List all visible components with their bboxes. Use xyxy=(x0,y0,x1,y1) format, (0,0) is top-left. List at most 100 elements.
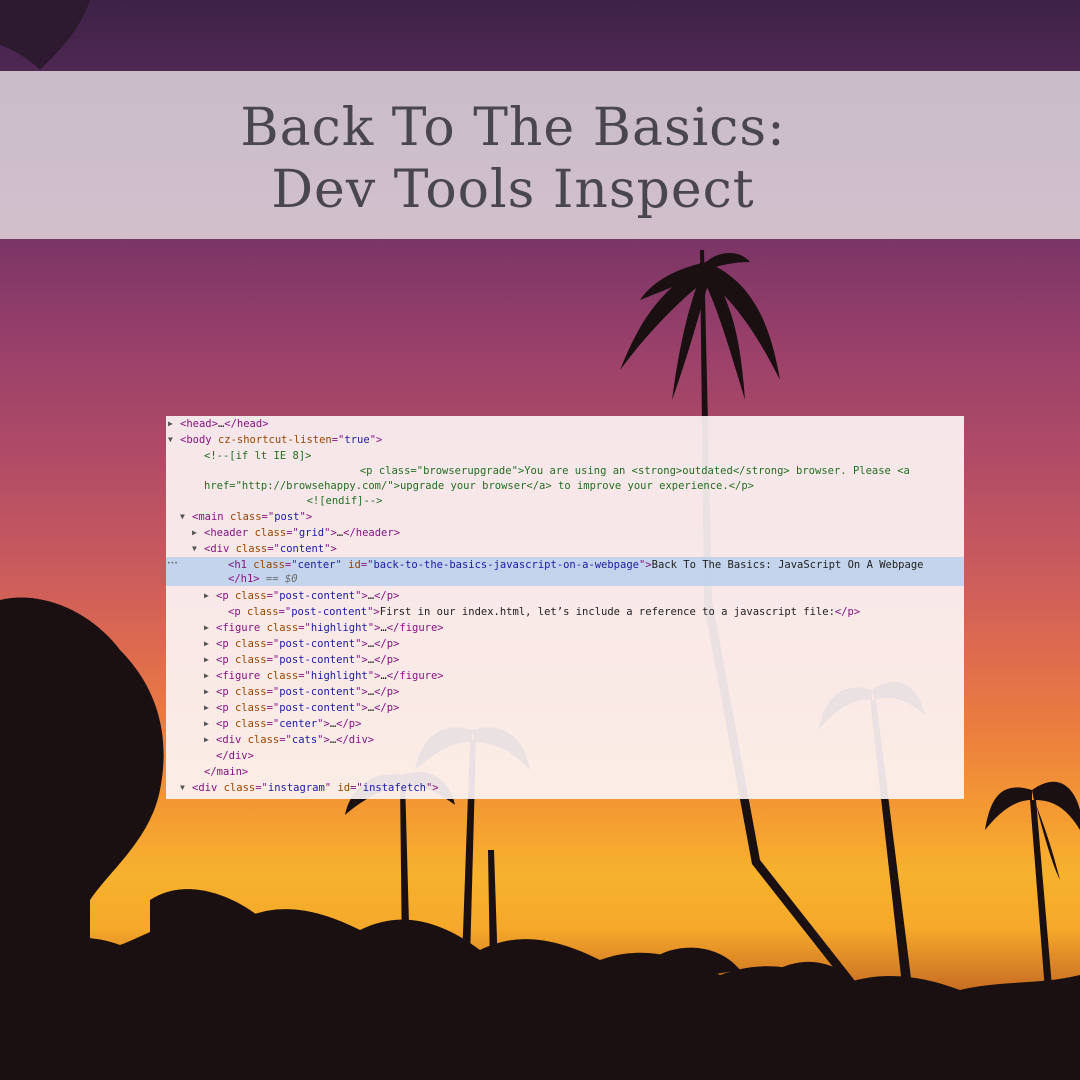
expand-triangle-icon[interactable]: ▼ xyxy=(180,509,192,525)
dom-token: post-content xyxy=(279,702,356,714)
collapse-triangle-icon[interactable]: ▶ xyxy=(204,700,216,716)
dom-token: </figure> xyxy=(386,622,444,634)
dom-node-row[interactable]: ▶ <figure class="highlight">…</figure> xyxy=(166,668,964,684)
dom-token: =" xyxy=(266,638,280,650)
dom-node-row[interactable]: <!--[if lt IE 8]> xyxy=(166,448,964,464)
dom-token: class xyxy=(253,559,285,571)
dom-token: =" xyxy=(331,434,345,446)
dom-token: "> xyxy=(324,543,337,555)
dom-token: post xyxy=(274,511,300,523)
dom-token: post-content xyxy=(279,686,356,698)
dom-node-row[interactable]: ▶ <head>…</head> xyxy=(166,416,964,432)
dom-token: id xyxy=(337,782,351,794)
dom-token: </p> xyxy=(834,606,861,618)
collapse-triangle-icon[interactable]: ▶ xyxy=(204,716,216,732)
dom-token: <h1 xyxy=(228,559,254,571)
dom-token: " xyxy=(324,782,338,794)
dom-token: "> xyxy=(324,527,337,539)
dom-token: post-content xyxy=(279,590,356,602)
collapse-triangle-icon[interactable]: ▶ xyxy=(204,684,216,700)
ellipsis-icon[interactable]: ••• xyxy=(167,556,181,572)
dom-token: href="http://browsehappy.com/">upgrade y… xyxy=(204,480,754,492)
dom-token: "> xyxy=(638,559,652,571)
dom-token: <div xyxy=(204,543,236,555)
dom-token: center xyxy=(279,718,318,730)
dom-node-row[interactable]: ▶ <p class="post-content">…</p> xyxy=(166,700,964,716)
dom-node-row[interactable]: ▶ <p class="post-content">…</p> xyxy=(166,588,964,604)
expand-triangle-icon[interactable]: ▼ xyxy=(192,541,204,557)
dom-token: =" xyxy=(298,622,311,634)
dom-token: "> xyxy=(355,686,368,698)
dom-node-row[interactable]: <p class="browserupgrade">You are using … xyxy=(166,463,964,479)
dom-token: =" xyxy=(255,782,268,794)
dom-node-row[interactable]: <![endif]--> xyxy=(166,493,964,509)
expand-triangle-icon[interactable]: ▼ xyxy=(180,780,192,796)
dom-token: "> xyxy=(317,718,330,730)
dom-token: <p xyxy=(216,686,235,698)
dom-token: "> xyxy=(317,734,330,746)
collapse-triangle-icon[interactable]: ▶ xyxy=(168,416,180,432)
dom-token: =" xyxy=(284,559,298,571)
dom-token: class xyxy=(234,702,267,714)
dom-token: <p xyxy=(216,654,235,666)
dom-token: " xyxy=(335,559,349,571)
dom-token: post-content xyxy=(291,606,368,618)
dom-node-row[interactable]: </div> xyxy=(166,748,964,764)
dom-token: </p> xyxy=(336,718,362,730)
dom-node-row[interactable]: ▼ <main class="post"> xyxy=(166,509,964,525)
dom-node-row[interactable]: ▶ <p class="center">…</p> xyxy=(166,716,964,732)
dom-token: =" xyxy=(360,559,374,571)
page-title-line-2: Dev Tools Inspect xyxy=(271,160,755,220)
dom-node-row[interactable]: <p class="post-content">First in our ind… xyxy=(166,604,964,620)
dom-token: highlight xyxy=(310,670,368,682)
dom-token: =" xyxy=(350,782,363,794)
dom-node-row[interactable]: </h1> == $0 xyxy=(166,571,964,586)
dom-node-row[interactable]: </main> xyxy=(166,764,964,780)
dom-token: "> xyxy=(367,670,381,682)
collapse-triangle-icon[interactable]: ▶ xyxy=(204,732,216,748)
dom-token: instafetch xyxy=(362,782,426,794)
collapse-triangle-icon[interactable]: ▶ xyxy=(204,668,216,684)
dom-token: <div xyxy=(192,782,224,794)
dom-token: highlight xyxy=(310,622,368,634)
dom-node-row[interactable]: ▶ <div class="cats">…</div> xyxy=(166,732,964,748)
dom-token: <!--[if lt IE 8]> xyxy=(204,450,312,462)
collapse-triangle-icon[interactable]: ▶ xyxy=(204,620,216,636)
dom-token: "> xyxy=(355,654,368,666)
dom-token: "> xyxy=(369,434,383,446)
dom-node-row[interactable]: ▶ <p class="post-content">…</p> xyxy=(166,636,964,652)
dom-token: =" xyxy=(266,654,280,666)
dom-token: </div> xyxy=(336,734,375,746)
dom-token: =" xyxy=(298,670,311,682)
dom-node-row[interactable]: ▼ <body cz-shortcut-listen="true"> xyxy=(166,432,964,448)
dom-token: =" xyxy=(286,527,299,539)
dom-node-row[interactable]: ▼ <div class="instagram" id="instafetch"> xyxy=(166,780,964,796)
dom-node-row[interactable]: ▶ <p class="post-content">…</p> xyxy=(166,684,964,700)
expand-triangle-icon[interactable]: ▼ xyxy=(168,432,180,448)
dom-token: </p> xyxy=(374,654,400,666)
dom-node-row[interactable]: <h1 class="center" id="back-to-the-basic… xyxy=(166,557,964,572)
dom-token: class xyxy=(266,670,299,682)
dom-token: <p xyxy=(216,702,235,714)
dom-token: <figure xyxy=(216,622,267,634)
dom-token: <![endif]--> xyxy=(256,495,383,507)
dom-token: <head> xyxy=(180,418,218,430)
dom-token: back-to-the-basics-javascript-on-a-webpa… xyxy=(373,559,639,571)
dom-token: <main xyxy=(192,511,230,523)
dom-node-row[interactable]: ▶ <figure class="highlight">…</figure> xyxy=(166,620,964,636)
dom-token: "> xyxy=(355,638,368,650)
collapse-triangle-icon[interactable]: ▶ xyxy=(192,525,204,541)
dom-node-row[interactable]: ▼ <div class="content"> xyxy=(166,541,964,557)
dom-token: post-content xyxy=(279,654,356,666)
collapse-triangle-icon[interactable]: ▶ xyxy=(204,652,216,668)
collapse-triangle-icon[interactable]: ▶ xyxy=(204,636,216,652)
dom-token: "> xyxy=(355,702,368,714)
dom-node-row[interactable]: ▶ <header class="grid">…</header> xyxy=(166,525,964,541)
dom-token: class xyxy=(235,543,268,555)
dom-node-row[interactable]: ▶ <p class="post-content">…</p> xyxy=(166,652,964,668)
collapse-triangle-icon[interactable]: ▶ xyxy=(204,588,216,604)
dom-token: <p xyxy=(216,638,235,650)
dom-token: class xyxy=(247,734,280,746)
dom-token: =" xyxy=(279,734,292,746)
dom-node-row[interactable]: href="http://browsehappy.com/">upgrade y… xyxy=(166,478,964,494)
